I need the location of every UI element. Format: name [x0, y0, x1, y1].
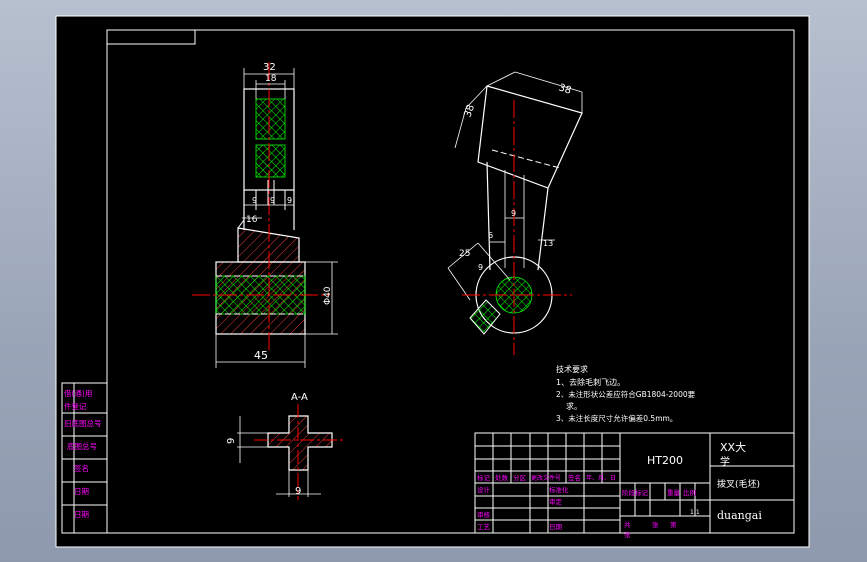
tb-mid-approve: 审定	[549, 497, 563, 506]
left-table-label-2: 件登记	[64, 401, 87, 411]
scale-label: 1:1	[690, 509, 700, 516]
section-label: A-A	[291, 392, 308, 403]
dim-front-width-inner: 18	[265, 74, 277, 84]
dim-side-small: 9	[478, 263, 483, 272]
dim-side-right: 13	[543, 239, 553, 248]
school-name: XX大	[720, 440, 746, 454]
tb-sheet-num-unit: 张	[624, 530, 631, 539]
notes-line-3: 求。	[566, 401, 582, 411]
tb-sheet-num: 第	[670, 520, 677, 529]
tb-header-5: 签名	[568, 473, 581, 482]
tb-row-process: 工艺	[477, 523, 491, 531]
tb-mid-standard: 标准化	[549, 485, 569, 494]
left-table-label-5: 签名	[74, 463, 89, 473]
dim-front-base-width: 45	[254, 349, 268, 362]
part-name: 拨叉(毛坯)	[717, 478, 760, 490]
tb-header-2: 处数	[495, 473, 509, 482]
dim-side-radius: 25	[459, 249, 470, 259]
notes-title: 技术要求	[556, 364, 588, 374]
material-label: HT200	[647, 454, 683, 467]
left-table-label-7: 日期	[74, 510, 89, 519]
dim-side-offset: 6	[488, 231, 493, 240]
dim-front-neck-c: 9	[287, 196, 292, 205]
signature: duangai	[717, 509, 762, 522]
drawing-canvas: 借(通)用 件登记 旧底图总号 底图总号 签名 日期 日期 32 18 9 9 …	[55, 15, 810, 548]
tb-stage-scale: 比例	[683, 488, 696, 497]
tb-sheet-total-unit: 张	[652, 520, 659, 529]
dim-front-neck-b: 9	[270, 196, 275, 205]
tb-stage-weight: 重量	[667, 489, 681, 497]
notes-line-2: 2、未注形状公差应符合GB1804-2000要	[556, 389, 696, 399]
left-table-label-4: 底图总号	[67, 441, 97, 451]
dim-section-width: 9	[295, 486, 301, 497]
left-table-label-6: 日期	[74, 487, 89, 496]
left-table-label-3: 旧底图总号	[64, 418, 102, 428]
left-table-label-1: 借(通)用	[64, 388, 92, 398]
tb-row-design: 设计	[477, 485, 491, 494]
tb-row-review: 审核	[477, 510, 491, 519]
tb-header-6: 年、月、日	[586, 474, 616, 482]
notes-line-4: 3、未注长度尺寸允许偏差0.5mm。	[556, 413, 677, 423]
tb-header-1: 标记	[477, 473, 491, 482]
dim-side-neck: 9	[511, 209, 516, 218]
tb-sheet-total: 共	[624, 520, 631, 529]
tb-mid-date: 日期	[549, 523, 563, 531]
dim-front-width-top: 32	[263, 62, 276, 73]
tb-stage-mark: 阶段标记	[622, 488, 649, 497]
sheet-background	[56, 16, 809, 547]
tb-header-3: 分区	[513, 473, 527, 482]
school-name-line2: 学	[720, 455, 730, 468]
dim-front-step: 16	[246, 215, 258, 225]
dim-front-diameter: Φ40	[323, 286, 333, 305]
dim-front-neck-a: 9	[252, 196, 257, 205]
dim-section-height: 9	[226, 438, 237, 444]
tb-header-4: 更改文件号	[531, 474, 561, 482]
notes-line-1: 1、去除毛刺飞边。	[556, 377, 625, 387]
